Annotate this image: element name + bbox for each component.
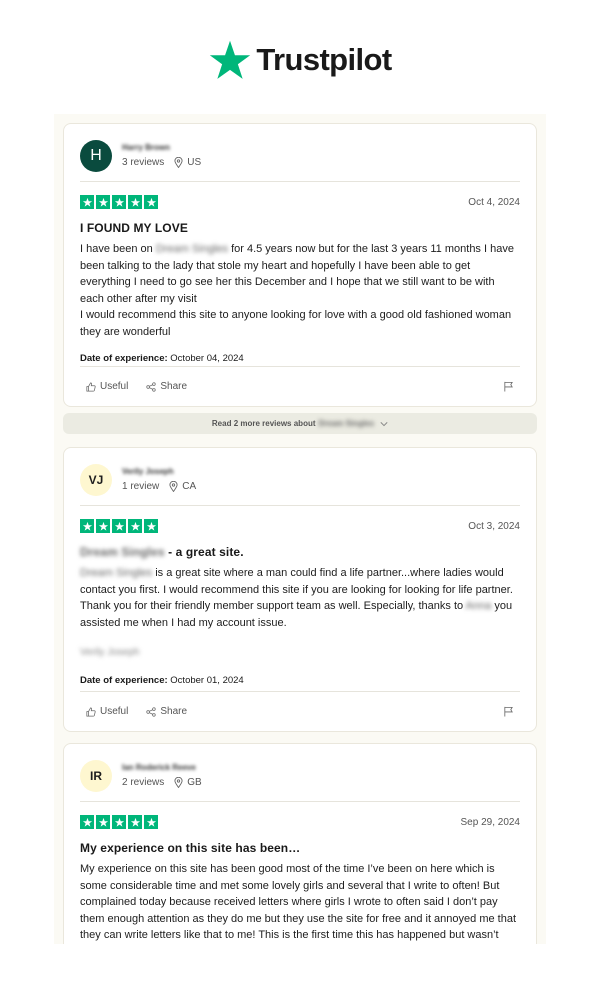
location-pin-icon [174, 157, 183, 168]
experience-date: October 01, 2024 [170, 674, 244, 686]
review-actions: Useful Share [80, 691, 520, 731]
thumbs-up-icon [86, 381, 96, 392]
read-more-label: Read 2 more reviews about [211, 419, 316, 428]
rating-star-icon [128, 815, 142, 829]
review-count: 2 reviews [122, 777, 165, 788]
useful-button[interactable]: Useful [86, 381, 128, 392]
share-label: Share [160, 706, 188, 717]
avatar: VJ [80, 463, 112, 496]
star-icon [208, 38, 252, 82]
rating-star-icon [112, 195, 126, 209]
country-code: CA [182, 481, 197, 492]
chevron-down-icon [380, 421, 388, 426]
rating-star-icon [128, 519, 142, 533]
rating-star-icon [96, 519, 110, 533]
reviewer-name[interactable]: Harry Brown [122, 143, 201, 152]
blurred-company-name: Dream Singles [318, 419, 375, 428]
rating-star-icon [112, 815, 126, 829]
share-button[interactable]: Share [146, 381, 187, 392]
blurred-company-name: Dream Singles [155, 243, 228, 255]
star-rating [80, 195, 158, 209]
useful-label: Useful [100, 706, 129, 717]
flag-icon [504, 381, 513, 392]
experience-label: Date of experience: [80, 353, 168, 364]
review-card: H Harry Brown 3 reviews US Oct 4, 2024 I… [63, 123, 537, 407]
rating-star-icon [96, 195, 110, 209]
blurred-signature: Verily Joseph [80, 647, 140, 658]
country-code: US [187, 157, 202, 168]
reviewer-name[interactable]: Ian Roderick Reeve [122, 763, 202, 772]
review-text: I would recommend this site to anyone lo… [80, 309, 512, 338]
review-count: 3 reviews [122, 157, 165, 168]
review-actions: Useful Share [80, 366, 520, 406]
flag-icon [504, 706, 513, 717]
reviews-feed: H Harry Brown 3 reviews US Oct 4, 2024 I… [54, 114, 546, 944]
experience-label: Date of experience: [80, 674, 168, 686]
star-rating [80, 815, 158, 829]
share-button[interactable]: Share [146, 706, 187, 717]
review-text: I have been on [80, 243, 153, 255]
location-pin-icon [174, 777, 183, 788]
date-of-experience: Date of experience: October 01, 2024 [80, 675, 520, 686]
review-card: VJ Verily Joseph 1 review CA Oct 3, 2024… [63, 447, 537, 732]
rating-star-icon [112, 519, 126, 533]
avatar: IR [80, 759, 112, 792]
review-card: IR Ian Roderick Reeve 2 reviews GB Sep 2… [63, 743, 537, 944]
reviewer-info[interactable]: H Harry Brown 3 reviews US [80, 124, 520, 182]
reviewer-info[interactable]: IR Ian Roderick Reeve 2 reviews GB [80, 744, 520, 802]
avatar: H [80, 139, 112, 172]
review-title[interactable]: I FOUND MY LOVE [80, 221, 520, 235]
reviewer-info[interactable]: VJ Verily Joseph 1 review CA [80, 448, 520, 506]
blurred-company-name: Dream Singles [80, 567, 153, 579]
star-rating [80, 519, 158, 533]
read-more-reviews-button[interactable]: Read 2 more reviews about Dream Singles [63, 413, 537, 434]
review-date: Sep 29, 2024 [460, 816, 521, 828]
date-of-experience: Date of experience: October 04, 2024 [80, 353, 520, 364]
rating-star-icon [128, 195, 142, 209]
location-pin-icon [169, 481, 178, 492]
reviewer-name[interactable]: Verily Joseph [122, 467, 196, 476]
rating-star-icon [80, 519, 94, 533]
rating-star-icon [96, 815, 110, 829]
brand-name: Trustpilot [256, 42, 392, 77]
review-date: Oct 3, 2024 [468, 520, 520, 532]
location: GB [174, 777, 202, 788]
review-date: Oct 4, 2024 [468, 196, 520, 208]
review-title-text: - a great site. [168, 545, 244, 559]
blurred-staff-name: Anna [465, 600, 492, 612]
header: Trustpilot [0, 30, 600, 90]
share-label: Share [160, 381, 188, 392]
blurred-company-name: Dream Singles [80, 545, 165, 559]
rating-star-icon [144, 195, 158, 209]
useful-button[interactable]: Useful [86, 706, 128, 717]
review-body: My experience on this site has been good… [80, 863, 517, 941]
rating-star-icon [144, 519, 158, 533]
review-title[interactable]: My experience on this site has been… [80, 841, 520, 855]
useful-label: Useful [100, 381, 129, 392]
thumbs-up-icon [86, 706, 96, 717]
flag-button[interactable] [503, 706, 514, 717]
share-icon [146, 381, 156, 392]
review-count: 1 review [122, 481, 160, 492]
rating-star-icon [80, 815, 94, 829]
review-body: Dream Singles is a great site where a ma… [80, 565, 520, 662]
trustpilot-logo[interactable]: Trustpilot [208, 38, 392, 82]
experience-date: October 04, 2024 [170, 353, 244, 364]
share-icon [146, 706, 156, 717]
rating-star-icon [144, 815, 158, 829]
rating-star-icon [80, 195, 94, 209]
review-body: I have been on Dream Singles for 4.5 yea… [80, 241, 520, 340]
location: US [174, 157, 201, 168]
country-code: GB [187, 777, 202, 788]
flag-button[interactable] [503, 381, 514, 392]
location: CA [169, 481, 196, 492]
review-title[interactable]: Dream Singles - a great site. [80, 545, 520, 559]
